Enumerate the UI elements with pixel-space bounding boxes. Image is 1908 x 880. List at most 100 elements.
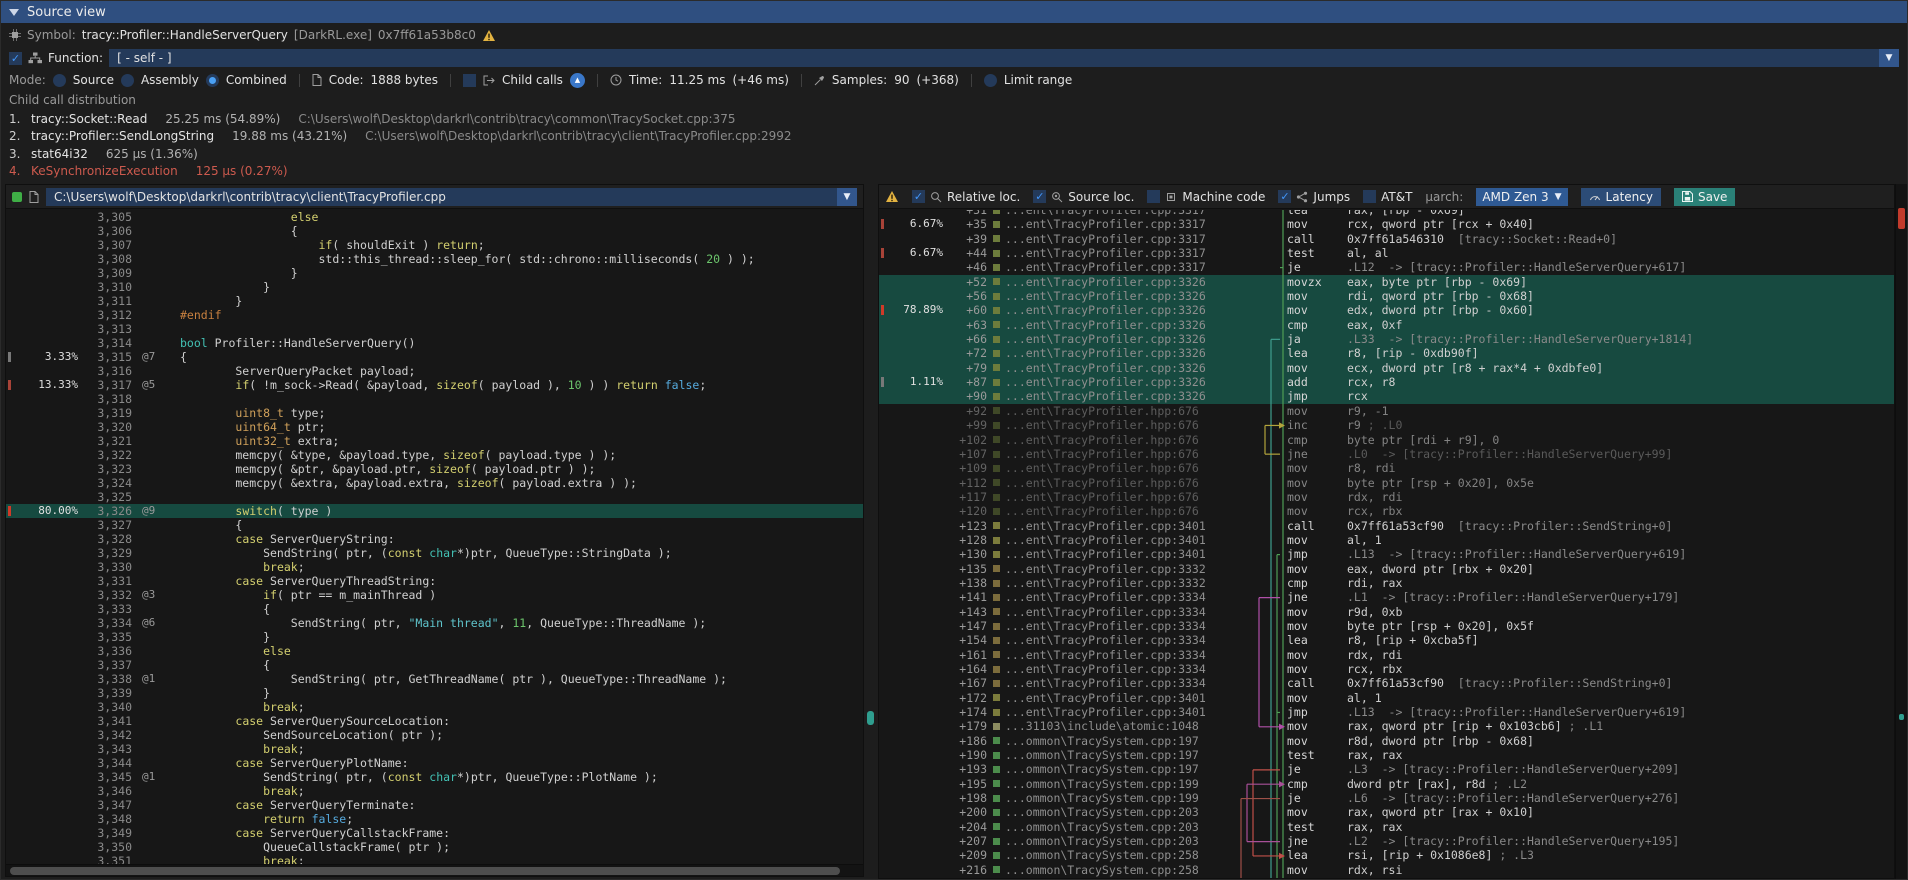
asm-row[interactable]: +120...ent\TracyProfiler.hpp:676movrcx, … (879, 504, 1894, 518)
source-line[interactable]: 3,329 SendString( ptr, (const char*)ptr,… (6, 546, 863, 560)
source-line[interactable]: 3,309 } (6, 266, 863, 280)
source-line[interactable]: 3,319 uint8_t type; (6, 406, 863, 420)
child-call-row[interactable]: 4.KeSynchronizeExecution125 μs (0.27%) (1, 163, 1907, 181)
source-line[interactable]: 3,339 } (6, 686, 863, 700)
source-line[interactable]: 3,346 break; (6, 784, 863, 798)
option-machine-code[interactable]: ✓ Machine code (1147, 190, 1265, 204)
asm-row[interactable]: +128...ent\TracyProfiler.cpp:3401moval, … (879, 533, 1894, 547)
save-button[interactable]: Save (1674, 188, 1735, 206)
asm-row[interactable]: +130...ent\TracyProfiler.cpp:3401jmp.L13… (879, 547, 1894, 561)
asm-row[interactable]: +138...ent\TracyProfiler.cpp:3332cmprdi,… (879, 576, 1894, 590)
source-line[interactable]: 3,349 case ServerQueryCallstackFrame: (6, 826, 863, 840)
source-line[interactable]: 3,313 (6, 322, 863, 336)
child-calls-label[interactable]: Child calls (502, 73, 563, 87)
asm-row[interactable]: +90...ent\TracyProfiler.cpp:3326jmprcx (879, 389, 1894, 403)
asm-row[interactable]: +200...ommon\TracySystem.cpp:203movrax, … (879, 805, 1894, 819)
asm-row[interactable]: 6.67%+35...ent\TracyProfiler.cpp:3317mov… (879, 217, 1894, 231)
radio-assembly-label[interactable]: Assembly (141, 73, 199, 87)
asm-row[interactable]: +99...ent\TracyProfiler.hpp:676incr9 ; .… (879, 418, 1894, 432)
option-jumps[interactable]: ✓ Jumps (1278, 190, 1350, 204)
source-line[interactable]: 3,342 SendSourceLocation( ptr ); (6, 728, 863, 742)
source-line[interactable]: 80.00%3,326@9 switch( type ) (6, 504, 863, 518)
child-call-row[interactable]: 1.tracy::Socket::Read25.25 ms (54.89%)C:… (1, 110, 1907, 128)
asm-row[interactable]: +154...ent\TracyProfiler.cpp:3334lear8, … (879, 633, 1894, 647)
source-line[interactable]: 3,328 case ServerQueryString: (6, 532, 863, 546)
source-line[interactable]: 13.33%3,317@5 if( !m_sock->Read( &payloa… (6, 378, 863, 392)
asm-row[interactable]: +167...ent\TracyProfiler.cpp:3334call0x7… (879, 676, 1894, 690)
option-att-syntax[interactable]: ✓ AT&T (1363, 190, 1412, 204)
asm-row[interactable]: 6.67%+44...ent\TracyProfiler.cpp:3317tes… (879, 246, 1894, 260)
source-line[interactable]: 3,321 uint32_t extra; (6, 434, 863, 448)
source-line[interactable]: 3,336 else (6, 644, 863, 658)
asm-row[interactable]: +52...ent\TracyProfiler.cpp:3326movzxeax… (879, 275, 1894, 289)
option-relative-loc[interactable]: ✓ Relative loc. (912, 190, 1020, 204)
title-bar[interactable]: Source view (1, 1, 1907, 23)
source-line[interactable]: 3,318 (6, 392, 863, 406)
source-line[interactable]: 3,310 } (6, 280, 863, 294)
asm-row[interactable]: +195...ommon\TracySystem.cpp:199cmpdword… (879, 777, 1894, 791)
source-line[interactable]: 3,305 else (6, 210, 863, 224)
asm-row[interactable]: +141...ent\TracyProfiler.cpp:3334jne.L1 … (879, 590, 1894, 604)
asm-row[interactable]: +135...ent\TracyProfiler.cpp:3332moveax,… (879, 562, 1894, 576)
asm-row[interactable]: +186...ommon\TracySystem.cpp:197movr8d, … (879, 734, 1894, 748)
option-source-loc[interactable]: ✓ Source loc. (1033, 190, 1134, 204)
asm-row[interactable]: +143...ent\TracyProfiler.cpp:3334movr9d,… (879, 605, 1894, 619)
chevron-down-icon[interactable]: ▼ (837, 188, 857, 206)
asm-row[interactable]: +72...ent\TracyProfiler.cpp:3326lear8, [… (879, 346, 1894, 360)
source-line[interactable]: 3,347 case ServerQueryTerminate: (6, 798, 863, 812)
asm-row[interactable]: +209...ommon\TracySystem.cpp:258learsi, … (879, 848, 1894, 862)
asm-row[interactable]: +112...ent\TracyProfiler.hpp:676movbyte … (879, 476, 1894, 490)
source-line[interactable]: 3,311 } (6, 294, 863, 308)
selected-line-scroll-marker[interactable] (867, 711, 874, 725)
asm-row[interactable]: +92...ent\TracyProfiler.hpp:676movr9, -1 (879, 404, 1894, 418)
source-line[interactable]: 3,306 { (6, 224, 863, 238)
source-line[interactable]: 3,344 case ServerQueryPlotName: (6, 756, 863, 770)
source-line[interactable]: 3,308 std::this_thread::sleep_for( std::… (6, 252, 863, 266)
asm-row[interactable]: +66...ent\TracyProfiler.cpp:3326ja.L33 -… (879, 332, 1894, 346)
asm-row[interactable]: +204...ommon\TracySystem.cpp:203testrax,… (879, 820, 1894, 834)
limit-range-checkbox[interactable] (984, 74, 997, 87)
asm-row[interactable]: +174...ent\TracyProfiler.cpp:3401jmp.L13… (879, 705, 1894, 719)
source-line[interactable]: 3.33%3,315@7{ (6, 350, 863, 364)
source-line[interactable]: 3,345@1 SendString( ptr, (const char*)pt… (6, 770, 863, 784)
asm-row[interactable]: 1.11%+87...ent\TracyProfiler.cpp:3326add… (879, 375, 1894, 389)
asm-row[interactable]: 78.89%+60...ent\TracyProfiler.cpp:3326mo… (879, 303, 1894, 317)
asm-row[interactable]: +46...ent\TracyProfiler.cpp:3317je.L12 -… (879, 260, 1894, 274)
radio-combined-label[interactable]: Combined (226, 73, 287, 87)
source-line[interactable]: 3,327 { (6, 518, 863, 532)
source-line[interactable]: 3,324 memcpy( &extra, &payload.extra, si… (6, 476, 863, 490)
source-line[interactable]: 3,323 memcpy( &ptr, &payload.ptr, sizeof… (6, 462, 863, 476)
source-line[interactable]: 3,307 if( shouldExit ) return; (6, 238, 863, 252)
source-line[interactable]: 3,316 ServerQueryPacket payload; (6, 364, 863, 378)
asm-row[interactable]: +179...31103\include\atomic:1048movrax, … (879, 719, 1894, 733)
source-line[interactable]: 3,343 break; (6, 742, 863, 756)
asm-row[interactable]: +102...ent\TracyProfiler.hpp:676cmpbyte … (879, 433, 1894, 447)
function-checkbox[interactable]: ✓ (9, 52, 22, 65)
source-line[interactable]: 3,351 break; (6, 854, 863, 864)
source-line[interactable]: 3,330 break; (6, 560, 863, 574)
radio-assembly[interactable] (121, 74, 134, 87)
source-line[interactable]: 3,322 memcpy( &type, &payload.type, size… (6, 448, 863, 462)
source-line[interactable]: 3,333 { (6, 602, 863, 616)
child-call-row[interactable]: 2.tracy::Profiler::SendLongString19.88 m… (1, 128, 1907, 146)
asm-row[interactable]: +164...ent\TracyProfiler.cpp:3334movrcx,… (879, 662, 1894, 676)
function-combo[interactable]: [ - self - ] ▼ (109, 49, 1899, 67)
asm-row[interactable]: +147...ent\TracyProfiler.cpp:3334movbyte… (879, 619, 1894, 633)
asm-row[interactable]: +190...ommon\TracySystem.cpp:197testrax,… (879, 748, 1894, 762)
asm-row[interactable]: +107...ent\TracyProfiler.hpp:676jne.L0 -… (879, 447, 1894, 461)
source-line[interactable]: 3,334@6 SendString( ptr, "Main thread", … (6, 616, 863, 630)
asm-row[interactable]: +193...ommon\TracySystem.cpp:197je.L3 ->… (879, 762, 1894, 776)
source-line[interactable]: 3,341 case ServerQuerySourceLocation: (6, 714, 863, 728)
source-line[interactable]: 3,348 return false; (6, 812, 863, 826)
asm-row[interactable]: +198...ommon\TracySystem.cpp:199je.L6 ->… (879, 791, 1894, 805)
asm-row[interactable]: +39...ent\TracyProfiler.cpp:3317call0x7f… (879, 232, 1894, 246)
source-line[interactable]: 3,350 QueueCallstackFrame( ptr ); (6, 840, 863, 854)
source-horizontal-scrollbar[interactable] (6, 864, 863, 876)
source-line[interactable]: 3,337 { (6, 658, 863, 672)
source-line[interactable]: 3,331 case ServerQueryThreadString: (6, 574, 863, 588)
asm-row[interactable]: +56...ent\TracyProfiler.cpp:3326movrdi, … (879, 289, 1894, 303)
source-line[interactable]: 3,340 break; (6, 700, 863, 714)
scrollbar-thumb[interactable] (1898, 208, 1905, 229)
asm-row[interactable]: +161...ent\TracyProfiler.cpp:3334movrdx,… (879, 648, 1894, 662)
source-line[interactable]: 3,320 uint64_t ptr; (6, 420, 863, 434)
